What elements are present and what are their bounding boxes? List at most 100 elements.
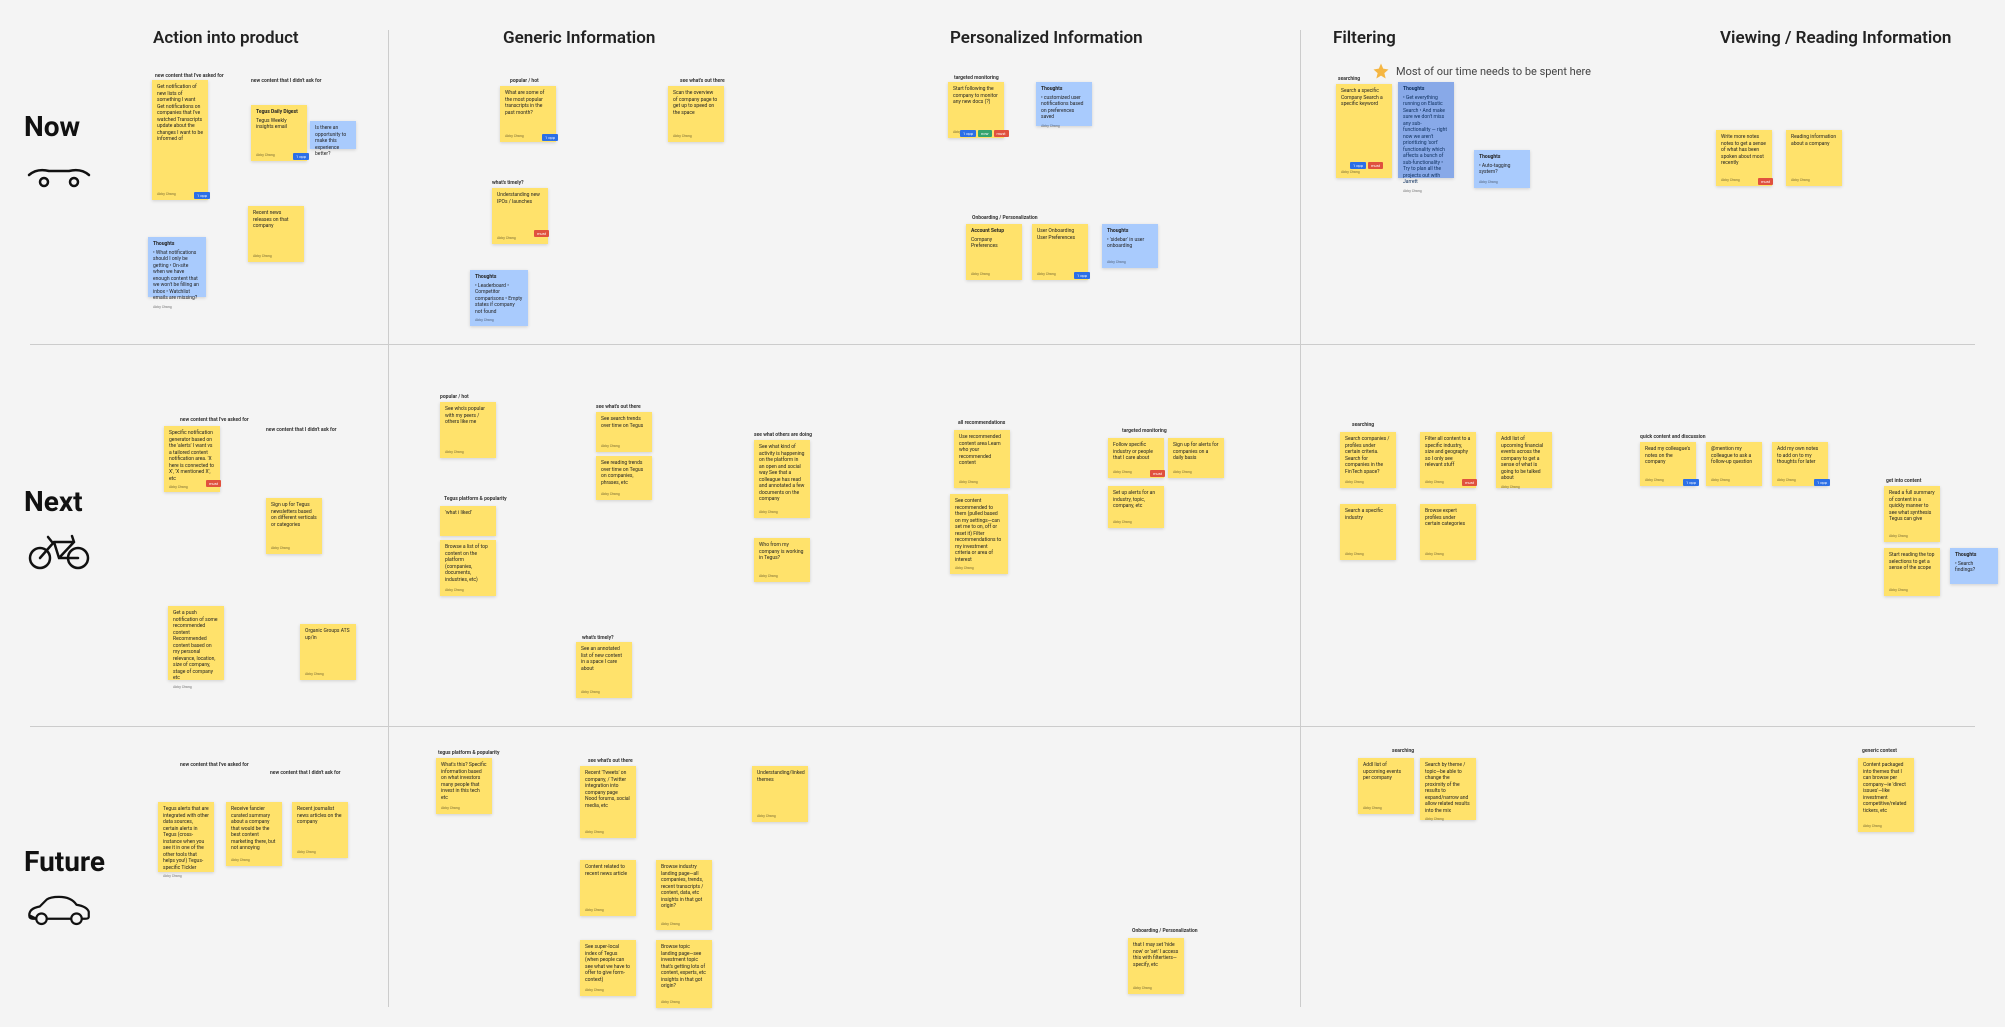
- section-label: Onboarding / Personalization: [1132, 928, 1198, 934]
- tag[interactable]: 1 opp: [542, 134, 558, 141]
- sticky-note[interactable]: See what kind of activity is happening o…: [754, 440, 810, 518]
- note-body: Filter all content to a specific industr…: [1425, 436, 1471, 477]
- sticky-note[interactable]: Get notification of new lists of somethi…: [152, 80, 208, 200]
- note-author: Abby Chang: [1403, 189, 1449, 194]
- note-header: Thoughts: [1107, 228, 1153, 235]
- sticky-note[interactable]: See who's popular with my peers / others…: [440, 402, 496, 458]
- sticky-note[interactable]: Organic Groups ATS up/in Abby Chang: [300, 624, 356, 680]
- sticky-note[interactable]: See an annotated list of new content in …: [576, 642, 632, 698]
- sticky-note[interactable]: Search by theme / topic—be able to chang…: [1420, 758, 1476, 820]
- tag[interactable]: 1 opp: [1074, 272, 1090, 279]
- tag[interactable]: 1 opp: [1683, 479, 1699, 486]
- sticky-note[interactable]: Thoughts • customized user notifications…: [1036, 82, 1092, 126]
- sticky-note[interactable]: Thoughts • Get everything running on Ela…: [1398, 82, 1454, 178]
- sticky-note[interactable]: Start reading the top selections to get …: [1884, 548, 1940, 596]
- col-divider-2: [1300, 30, 1301, 1007]
- tag[interactable]: must: [1758, 178, 1773, 185]
- tag-row: 1 opp now must: [960, 130, 1009, 137]
- sticky-note[interactable]: Receive fancier curated summary about a …: [226, 802, 282, 866]
- sticky-note[interactable]: Content packaged into themes that I can …: [1858, 758, 1914, 832]
- sticky-note[interactable]: Browse expert profiles under certain cat…: [1420, 504, 1476, 560]
- col-header-viewing: Viewing / Reading Information: [1720, 28, 1951, 48]
- note-body: • customized user notifications based on…: [1041, 95, 1087, 121]
- tag[interactable]: must: [206, 480, 221, 487]
- sticky-note[interactable]: Recent journalist news articles on the c…: [292, 802, 348, 858]
- note-header: Thoughts: [1955, 552, 1993, 559]
- sticky-note[interactable]: See reading trends over time on Tegus on…: [596, 456, 652, 500]
- section-label: see what's out there: [588, 758, 633, 764]
- sticky-note[interactable]: Addl list of upcoming financial events a…: [1496, 432, 1552, 488]
- sticky-note[interactable]: Browse a list of top content on the plat…: [440, 540, 496, 596]
- sticky-note[interactable]: Search companies / profiles under certai…: [1340, 432, 1396, 488]
- section-label: see what's out there: [680, 78, 725, 84]
- sticky-note[interactable]: Browse industry landing page—all compani…: [656, 860, 712, 930]
- tag[interactable]: 1 opp: [960, 130, 976, 137]
- note-author: Abby Chang: [661, 1000, 707, 1005]
- sticky-note[interactable]: Thoughts • Auto-tagging system? Abby Cha…: [1474, 150, 1530, 188]
- sticky-note[interactable]: See super-local index of Tegus (when peo…: [580, 940, 636, 996]
- section-label: all recommendations: [958, 420, 1005, 426]
- sticky-note[interactable]: Sign up for Tegus newsletters based on d…: [266, 498, 322, 554]
- sticky-note[interactable]: Search a specific industry Abby Chang: [1340, 504, 1396, 560]
- tag[interactable]: 1 opp: [293, 153, 309, 160]
- sticky-note[interactable]: What's this? Specific information based …: [436, 758, 492, 814]
- tag[interactable]: must: [994, 130, 1009, 137]
- sticky-note[interactable]: Recent news releases on that company Abb…: [248, 206, 304, 262]
- sticky-note[interactable]: Scan the overview of company page to get…: [668, 86, 724, 142]
- sticky-note[interactable]: Tegus alerts that are integrated with ot…: [158, 802, 214, 872]
- sticky-note[interactable]: Addl list of upcoming events per company…: [1358, 758, 1414, 814]
- note-body: Sign up for alerts for companies on a da…: [1173, 442, 1219, 467]
- sticky-note[interactable]: 'what i liked': [440, 506, 496, 536]
- board-canvas[interactable]: Now Next Future Action into product Gene…: [0, 0, 2005, 1027]
- note-author: Abby Chang: [1425, 552, 1471, 557]
- note-author: Abby Chang: [253, 254, 299, 259]
- star-icon: [1372, 62, 1390, 80]
- row-label-now-text: Now: [24, 110, 94, 143]
- sticky-note[interactable]: Read a full summary of content in a quic…: [1884, 486, 1940, 542]
- sticky-note[interactable]: @mention my colleague to ask a follow-up…: [1706, 442, 1762, 486]
- note-body: Search a specific Company Search a speci…: [1341, 88, 1387, 167]
- tag[interactable]: 1 opp: [1814, 479, 1830, 486]
- note-author: Abby Chang: [959, 480, 1005, 485]
- sticky-note[interactable]: Thoughts • 'sidebar' in user onboarding …: [1102, 224, 1158, 268]
- tag[interactable]: must: [1462, 479, 1477, 486]
- section-label: popular / hot: [440, 394, 469, 400]
- sticky-note[interactable]: Thoughts • Leaderboard • Competitor comp…: [470, 270, 528, 326]
- tag[interactable]: now: [978, 130, 992, 137]
- note-author: Abby Chang: [1345, 552, 1391, 557]
- sticky-note[interactable]: Sign up for alerts for companies on a da…: [1168, 438, 1224, 478]
- sticky-note[interactable]: Browse topic landing page—see investment…: [656, 940, 712, 1008]
- section-label: new content that I didn't ask for: [270, 770, 340, 776]
- note-body: Browse expert profiles under certain cat…: [1425, 508, 1471, 549]
- tag[interactable]: must: [1368, 162, 1383, 169]
- tag[interactable]: must: [534, 230, 549, 237]
- sticky-note[interactable]: Set up alerts for an industry, topic, co…: [1108, 486, 1164, 528]
- sticky-note[interactable]: Who from my company is working in Tegus?…: [754, 538, 810, 582]
- sticky-note[interactable]: Content related to recent news article A…: [580, 860, 636, 916]
- sticky-note[interactable]: Use recommended content area Learn who y…: [954, 430, 1010, 488]
- sticky-note[interactable]: Understanding/linked themes Abby Chang: [752, 766, 808, 822]
- note-header: Thoughts: [1403, 86, 1449, 93]
- note-body: Recent journalist news articles on the c…: [297, 806, 343, 847]
- sticky-note[interactable]: See content recommended to them (pulled …: [950, 494, 1008, 574]
- sticky-note[interactable]: Account Setup Company Preferences Abby C…: [966, 224, 1022, 280]
- note-body: Write more notes notes to get a sense of…: [1721, 134, 1767, 175]
- sticky-note[interactable]: Recent 'Tweets' on company, / Twitter in…: [580, 766, 636, 838]
- sticky-note[interactable]: Thoughts • What notifications should I o…: [148, 237, 206, 297]
- sticky-note[interactable]: Get a push notification of some recommen…: [168, 606, 224, 680]
- tag[interactable]: 1 opp: [1350, 162, 1366, 169]
- sticky-note[interactable]: Thoughts • Search findings?: [1950, 548, 1998, 584]
- note-body: Set up alerts for an industry, topic, co…: [1113, 490, 1159, 517]
- note-body: Search companies / profiles under certai…: [1345, 436, 1391, 477]
- note-body: Tegus alerts that are integrated with ot…: [163, 806, 209, 871]
- note-author: Abby Chang: [173, 685, 219, 690]
- sticky-note[interactable]: See search trends over time on Tegus Abb…: [596, 412, 652, 452]
- sticky-note[interactable]: that I may set 'hide now' or 'set' I acc…: [1128, 938, 1184, 994]
- note-header: Thoughts: [475, 274, 523, 281]
- note-author: Abby Chang: [585, 908, 631, 913]
- sticky-note[interactable]: Reading information about a company Abby…: [1786, 130, 1842, 186]
- tag[interactable]: 1 opp: [194, 192, 210, 199]
- tag[interactable]: must: [1150, 470, 1165, 477]
- sticky-note[interactable]: Is there an opportunity to make this exp…: [310, 121, 356, 149]
- note-header: Thoughts: [1041, 86, 1087, 93]
